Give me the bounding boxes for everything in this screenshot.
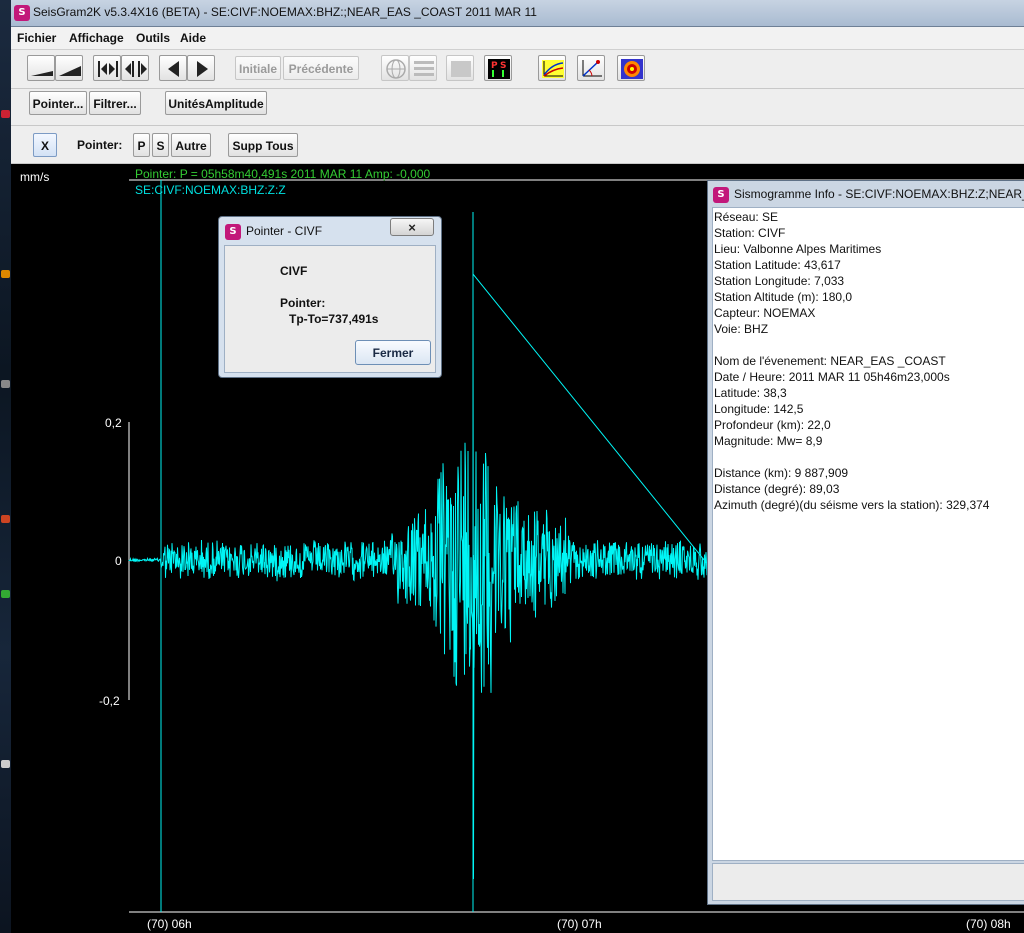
y-tick-label-pos: 0,2 xyxy=(105,416,122,430)
desktop-icon xyxy=(1,590,10,598)
precedente-button[interactable]: Précédente xyxy=(283,56,359,80)
globe-map-button[interactable] xyxy=(381,55,409,81)
info-line: Azimuth (degré)(du séisme vers la statio… xyxy=(714,498,990,512)
navigation-toolbar: Initiale Précédente PS xyxy=(11,50,1024,89)
zoom-in-time-icon xyxy=(98,61,118,77)
seisgram-app-icon: S xyxy=(225,224,241,240)
travel-time-plot-button[interactable] xyxy=(538,55,566,81)
ps-phase-icon: PS xyxy=(488,59,510,79)
delete-all-picks-button[interactable]: Supp Tous xyxy=(228,133,298,157)
info-line: Station Longitude: 7,033 xyxy=(714,274,845,288)
desktop-icon xyxy=(1,110,10,118)
desktop-icon xyxy=(1,270,10,278)
initiale-button[interactable]: Initiale xyxy=(235,56,281,80)
close-pointer-bar-button[interactable]: X xyxy=(33,133,57,157)
scroll-left-icon xyxy=(168,61,179,77)
info-text-area[interactable]: Réseau: SE Station: CIVF Lieu: Valbonne Al… xyxy=(712,207,1024,861)
pointer-value: Tp-To=737,491s xyxy=(289,312,379,326)
pointer-toolbar: X Pointer: P S Autre Supp Tous xyxy=(11,126,1024,164)
amplitude-units-label: mm/s xyxy=(20,170,50,184)
svg-text:P: P xyxy=(491,61,498,71)
zoom-out-time-icon xyxy=(125,61,147,77)
window-titlebar: S SeisGram2K v5.3.4X16 (BETA) - SE:CIVF:… xyxy=(11,0,1024,27)
info-line: Latitude: 38,3 xyxy=(714,386,787,400)
info-line: Profondeur (km): 22,0 xyxy=(714,418,831,432)
info-line: Réseau: SE xyxy=(714,210,779,224)
travel-time-plot-icon xyxy=(542,60,564,78)
pointer-status-text: Pointer: P = 05h58m40,491s 2011 MAR 11 A… xyxy=(135,167,431,181)
zoom-out-time-button[interactable] xyxy=(121,55,149,81)
seisgram-app-icon: S xyxy=(713,187,729,203)
zoom-in-time-button[interactable] xyxy=(93,55,121,81)
seisgram-app-icon: S xyxy=(14,5,30,21)
list-view-icon xyxy=(414,61,434,76)
window-title: SeisGram2K v5.3.4X16 (BETA) - SE:CIVF:NO… xyxy=(33,5,537,19)
menu-fichier[interactable]: Fichier xyxy=(17,31,56,45)
polar-plot-icon xyxy=(582,60,602,77)
svg-text:S: S xyxy=(500,61,506,71)
menu-affichage[interactable]: Affichage xyxy=(69,31,124,45)
list-view-button[interactable] xyxy=(409,55,437,81)
seismogram-info-window: S Sismogramme Info - SE:CIVF:NOEMAX:BHZ:… xyxy=(707,180,1024,905)
menu-outils[interactable]: Outils xyxy=(136,31,170,45)
globe-map-icon xyxy=(386,59,406,79)
info-line: Magnitude: Mw= 8,9 xyxy=(714,434,823,448)
amplitude-increase-icon xyxy=(59,66,81,76)
pointer-station-name: CIVF xyxy=(280,264,308,278)
info-line: Distance (degré): 89,03 xyxy=(714,482,840,496)
analysis-toolbar: Pointer... Filtrer... UnitésAmplitude xyxy=(11,89,1024,126)
amplitude-units-button[interactable]: UnitésAmplitude xyxy=(165,91,267,115)
info-line: Station Altitude (m): 180,0 xyxy=(714,290,853,304)
trace-channel-label: SE:CIVF:NOEMAX:BHZ:Z:Z xyxy=(135,183,286,197)
info-line: Station: CIVF xyxy=(714,226,786,240)
x-tick-label-06h: (70) 06h xyxy=(147,917,192,931)
menu-bar: Fichier Affichage Outils Aide xyxy=(11,27,1024,50)
blank-window-icon xyxy=(451,61,471,77)
desktop-icon xyxy=(1,380,10,388)
scroll-right-icon xyxy=(197,61,208,77)
info-line: Capteur: NOEMAX xyxy=(714,306,816,320)
info-line: Voie: BHZ xyxy=(714,322,769,336)
pick-s-button[interactable]: S xyxy=(152,133,169,157)
info-line: Distance (km): 9 887,909 xyxy=(714,466,849,480)
info-line: Nom de l'évenement: NEAR_EAS _COAST xyxy=(714,354,946,368)
desktop-icon xyxy=(1,760,10,768)
scroll-left-button[interactable] xyxy=(159,55,187,81)
pick-p-button[interactable]: P xyxy=(133,133,150,157)
x-tick-label-08h: (70) 08h xyxy=(966,917,1011,931)
pick-other-button[interactable]: Autre xyxy=(171,133,211,157)
menu-aide[interactable]: Aide xyxy=(180,31,206,45)
filter-button[interactable]: Filtrer... xyxy=(89,91,141,115)
amplitude-increase-button[interactable] xyxy=(55,55,83,81)
polar-plot-button[interactable] xyxy=(577,55,605,81)
amplitude-decrease-button[interactable] xyxy=(27,55,55,81)
pointer-dialog: S Pointer - CIVF × CIVF Pointer: Tp-To=7… xyxy=(218,216,442,378)
ps-phase-button[interactable]: PS xyxy=(484,55,512,81)
info-line: Station Latitude: 43,617 xyxy=(714,258,841,272)
pointer-label: Pointer: xyxy=(280,296,326,310)
pointer-dialog-content: CIVF Pointer: Tp-To=737,491s Fermer xyxy=(224,245,436,373)
close-icon[interactable]: × xyxy=(390,218,434,236)
pointer-menu-button[interactable]: Pointer... xyxy=(29,91,87,115)
info-window-footer xyxy=(712,863,1024,901)
spectrogram-icon xyxy=(621,59,643,79)
scroll-right-button[interactable] xyxy=(187,55,215,81)
info-line: Lieu: Valbonne Alpes Maritimes xyxy=(714,242,882,256)
pointer-caption: Pointer: xyxy=(77,138,123,152)
x-tick-label-07h: (70) 07h xyxy=(557,917,602,931)
info-line: Longitude: 142,5 xyxy=(714,402,804,416)
spectrogram-button[interactable] xyxy=(617,55,645,81)
fermer-button[interactable]: Fermer xyxy=(355,340,431,365)
info-window-title: Sismogramme Info - SE:CIVF:NOEMAX:BHZ:Z;… xyxy=(734,187,1024,201)
y-tick-label-zero: 0 xyxy=(115,554,122,568)
pointer-dialog-title: Pointer - CIVF xyxy=(246,224,323,238)
desktop-icon xyxy=(1,515,10,523)
blank-window-button[interactable] xyxy=(446,55,474,81)
amplitude-decrease-icon xyxy=(31,71,53,76)
info-line: Date / Heure: 2011 MAR 11 05h46m23,000s xyxy=(714,370,950,384)
y-tick-label-neg: -0,2 xyxy=(99,694,120,708)
